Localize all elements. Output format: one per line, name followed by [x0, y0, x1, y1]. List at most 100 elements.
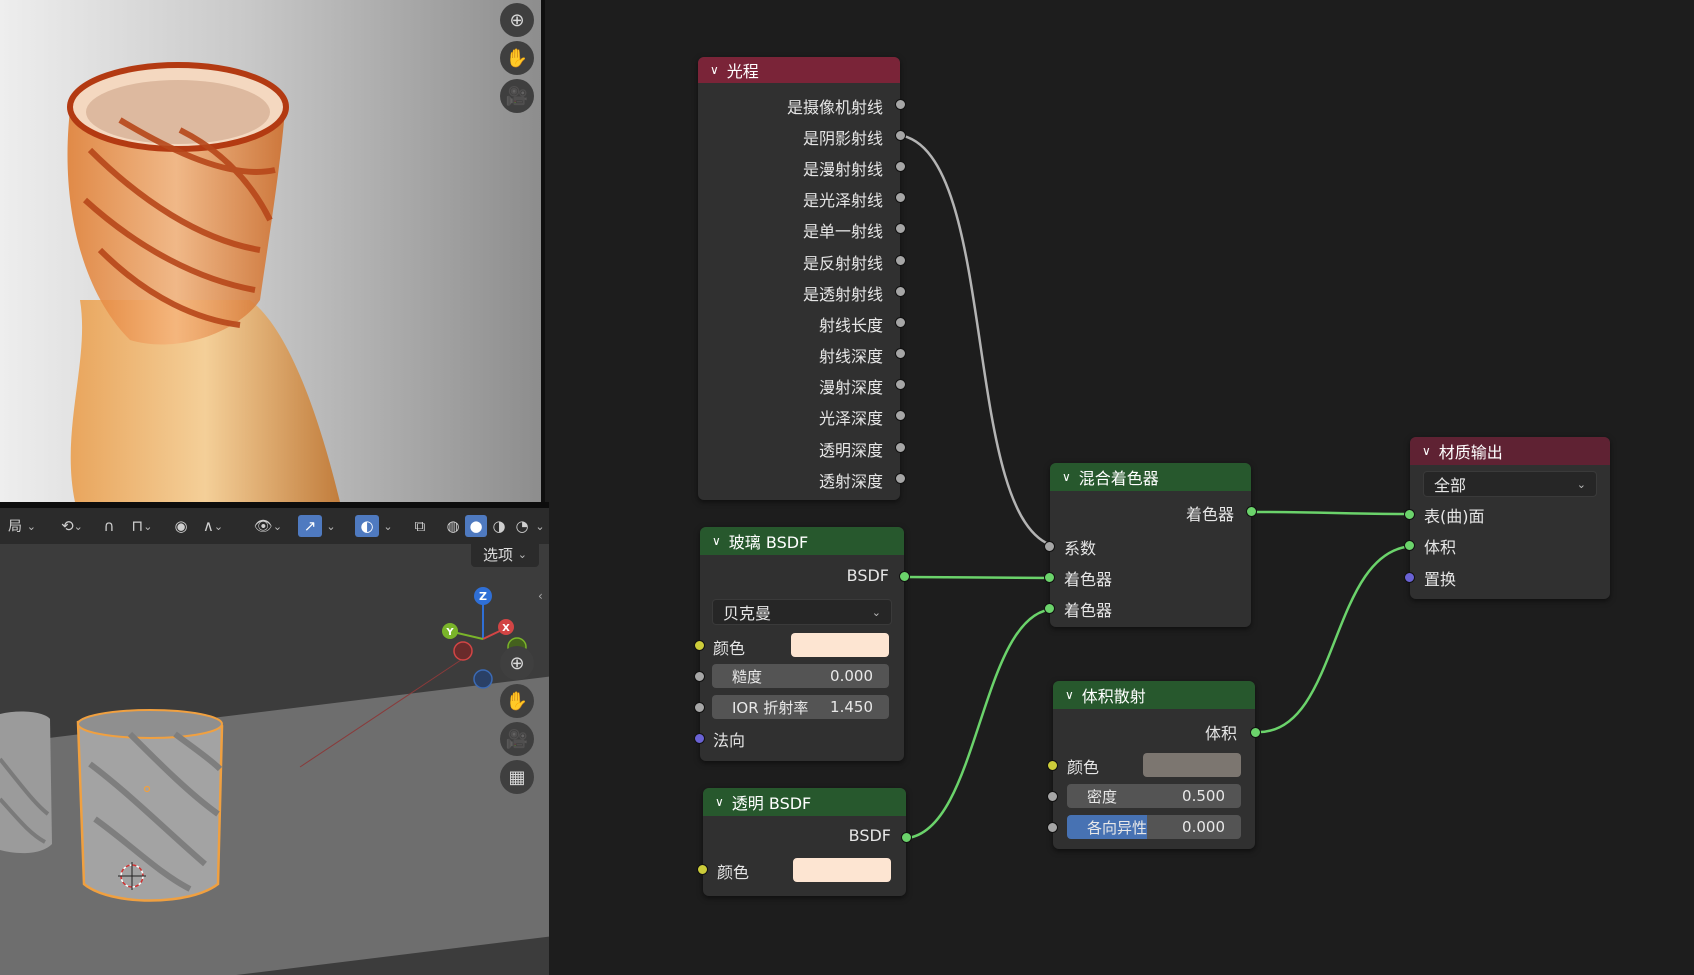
chevron-down-icon: ⌄: [871, 605, 881, 619]
snap-icon[interactable]: ∩: [98, 515, 120, 537]
socket-ray-length[interactable]: [895, 317, 906, 328]
glass-socket-ior[interactable]: [694, 702, 705, 713]
transparent-color-swatch[interactable]: [793, 858, 891, 882]
transparent-bsdf-node[interactable]: ∨ 透明 BSDF BSDF 颜色: [697, 788, 912, 896]
output-socket-surface[interactable]: [1404, 509, 1415, 520]
socket-is-shadow-ray[interactable]: [895, 130, 906, 141]
output-socket-volume[interactable]: [1404, 540, 1415, 551]
volume-socket-volume-out[interactable]: [1250, 727, 1261, 738]
rendered-shading-icon[interactable]: ◔: [511, 515, 533, 537]
socket-is-singular-ray[interactable]: [895, 223, 906, 234]
volume-socket-color[interactable]: [1047, 760, 1058, 771]
wireframe-shading-icon[interactable]: ◍: [442, 515, 464, 537]
collapse-chevron-icon[interactable]: ∨: [1062, 470, 1071, 484]
socket-is-diffuse-ray[interactable]: [895, 161, 906, 172]
glass-bsdf-title: 玻璃 BSDF: [728, 533, 809, 552]
mix-shader-node-header[interactable]: ∨ 混合着色器: [1050, 463, 1251, 491]
collapse-chevron-icon[interactable]: ∨: [710, 63, 719, 77]
material-output-node-header[interactable]: ∨ 材质输出: [1410, 437, 1610, 465]
collapse-chevron-icon[interactable]: ∨: [715, 795, 724, 809]
glass-color-swatch[interactable]: [791, 633, 889, 657]
glass-distribution-dropdown[interactable]: 贝克曼 ⌄: [712, 599, 892, 625]
options-label: 选项: [482, 545, 513, 564]
output-target-dropdown[interactable]: 全部 ⌄: [1423, 471, 1597, 497]
gizmo-menu-chevron-icon[interactable]: ⌄: [324, 515, 338, 537]
gizmo-neg-x[interactable]: [453, 641, 473, 661]
transparent-bsdf-node-header[interactable]: ∨ 透明 BSDF: [703, 788, 906, 816]
output-socket-displacement[interactable]: [1404, 572, 1415, 583]
gizmo-toggle-icon[interactable]: ↗: [298, 515, 322, 537]
transparent-socket-color[interactable]: [697, 864, 708, 875]
socket-ray-depth[interactable]: [895, 348, 906, 359]
volume-scatter-node[interactable]: ∨ 体积散射 体积 颜色 密度 0.500 各向异性 0.000: [1047, 681, 1261, 849]
mix-socket-shader-1[interactable]: [1044, 572, 1055, 583]
socket-is-reflection-ray[interactable]: [895, 255, 906, 266]
shading-menu-chevron-icon[interactable]: ⌄: [534, 515, 546, 537]
3d-viewport[interactable]: 选项 ⌄ ‹ Z X Y ⊕ ✋ 🎥 ▦: [0, 544, 549, 975]
material-output-node[interactable]: ∨ 材质输出 全部 ⌄ 表(曲)面 体积 置换: [1404, 437, 1610, 599]
glass-socket-roughness[interactable]: [694, 671, 705, 682]
glass-socket-color[interactable]: [694, 640, 705, 651]
collapse-chevron-icon[interactable]: ∨: [1422, 444, 1431, 458]
volume-scatter-node-header[interactable]: ∨ 体积散射: [1053, 681, 1255, 709]
grid-perspective-icon[interactable]: ▦: [500, 760, 534, 794]
proportional-edit-icon[interactable]: ◉: [170, 515, 192, 537]
render-preview: ⊕ ✋ 🎥: [0, 0, 545, 502]
mix-socket-shader-2[interactable]: [1044, 603, 1055, 614]
mix-socket-shader-out[interactable]: [1246, 506, 1257, 517]
transform-pivot-icon[interactable]: ⟲ ⌄: [56, 515, 88, 537]
mode-menu-label: 局: [8, 519, 22, 535]
volume-anisotropy-label: 各向异性: [1087, 818, 1148, 837]
material-shading-icon[interactable]: ◑: [488, 515, 510, 537]
snap-increment-icon[interactable]: ⊓ ⌄: [124, 515, 160, 537]
mode-menu[interactable]: 局 ⌄: [0, 515, 44, 537]
socket-is-camera-ray[interactable]: [895, 99, 906, 110]
falloff-icon[interactable]: ∧ ⌄: [197, 515, 229, 537]
volume-density-field[interactable]: 密度 0.500: [1067, 784, 1241, 808]
visibility-icon[interactable]: 👁 ⌄: [250, 515, 286, 537]
options-dropdown[interactable]: 选项 ⌄: [471, 544, 539, 567]
volume-anisotropy-field[interactable]: 各向异性 0.000: [1067, 815, 1241, 839]
output-displacement-label: 置换: [1424, 570, 1457, 589]
socket-is-transmission-ray[interactable]: [895, 286, 906, 297]
glass-socket-bsdf-out[interactable]: [899, 571, 910, 582]
camera-icon[interactable]: 🎥: [500, 79, 534, 113]
hand-pan-icon[interactable]: ✋: [500, 684, 534, 718]
socket-transmission-depth[interactable]: [895, 473, 906, 484]
socket-is-glossy-ray[interactable]: [895, 192, 906, 203]
glass-bsdf-node[interactable]: ∨ 玻璃 BSDF BSDF 贝克曼 ⌄ 颜色 糙度 0.000 IOR 折射率…: [694, 527, 910, 761]
socket-diffuse-depth[interactable]: [895, 379, 906, 390]
transparent-socket-bsdf-out[interactable]: [901, 832, 912, 843]
solid-shading-icon[interactable]: ●: [465, 515, 487, 537]
volume-color-label: 颜色: [1067, 758, 1100, 777]
material-output-title: 材质输出: [1438, 443, 1503, 462]
output-transmission-depth: 透射深度: [818, 472, 883, 491]
collapse-chevron-icon[interactable]: ∨: [712, 534, 721, 548]
volume-socket-density[interactable]: [1047, 791, 1058, 802]
glass-bsdf-node-header[interactable]: ∨ 玻璃 BSDF: [700, 527, 904, 555]
mix-socket-fac[interactable]: [1044, 541, 1055, 552]
hand-pan-icon[interactable]: ✋: [500, 41, 534, 75]
glass-socket-normal[interactable]: [694, 733, 705, 744]
xray-icon[interactable]: ⧉: [408, 515, 432, 537]
volume-socket-anisotropy[interactable]: [1047, 822, 1058, 833]
volume-scatter-title: 体积散射: [1081, 687, 1146, 706]
camera-icon[interactable]: 🎥: [500, 722, 534, 756]
glass-roughness-field[interactable]: 糙度 0.000: [712, 664, 889, 688]
glass-roughness-label: 糙度: [732, 667, 763, 686]
mix-shader-node[interactable]: ∨ 混合着色器 着色器 系数 着色器 着色器: [1044, 463, 1257, 627]
zoom-icon[interactable]: ⊕: [500, 3, 534, 37]
collapse-chevron-icon[interactable]: ∨: [1065, 688, 1074, 702]
socket-transparent-depth[interactable]: [895, 442, 906, 453]
gizmo-neg-z[interactable]: [473, 669, 493, 689]
volume-color-swatch[interactable]: [1143, 753, 1241, 777]
light-path-node-header[interactable]: ∨ 光程: [698, 57, 900, 83]
glass-ior-field[interactable]: IOR 折射率 1.450: [712, 695, 889, 719]
output-is-diffuse-ray: 是漫射射线: [802, 160, 883, 179]
light-path-node[interactable]: ∨ 光程 是摄像机射线 是阴影射线 是漫射射线 是光泽射线 是单一射线 是反射射…: [698, 57, 906, 500]
socket-glossy-depth[interactable]: [895, 410, 906, 421]
overlays-menu-chevron-icon[interactable]: ⌄: [381, 515, 395, 537]
zoom-icon[interactable]: ⊕: [500, 646, 534, 680]
chevron-down-icon: ⌄: [26, 519, 36, 533]
overlays-toggle-icon[interactable]: ◐: [355, 515, 379, 537]
